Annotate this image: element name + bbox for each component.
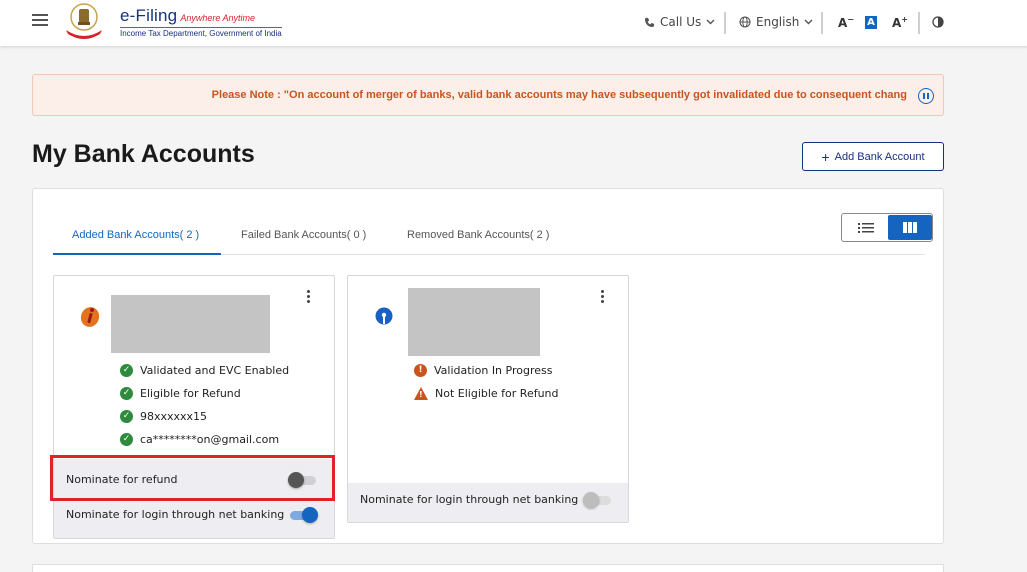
header-divider (821, 12, 823, 34)
sbi-bank-logo (375, 307, 393, 325)
font-increase-button[interactable]: A+ (892, 15, 908, 30)
status-item: ! Not Eligible for Refund (414, 387, 559, 400)
header-divider (918, 12, 920, 34)
masked-account-details (111, 295, 270, 353)
call-us-label: Call Us (660, 15, 702, 29)
grid-view-button[interactable] (888, 215, 932, 240)
font-decrease-button[interactable]: A− (838, 15, 854, 30)
status-text: Validated and EVC Enabled (140, 364, 290, 377)
more-options-icon[interactable] (596, 290, 608, 306)
globe-icon (739, 16, 751, 28)
check-icon: ✓ (120, 387, 133, 400)
add-bank-account-label: Add Bank Account (834, 150, 925, 163)
add-bank-account-button[interactable]: + Add Bank Account (802, 142, 944, 171)
status-item: ✓ ca********on@gmail.com (120, 433, 279, 446)
menu-icon[interactable] (32, 14, 48, 28)
notice-banner: Please Note : "On account of merger of b… (32, 74, 944, 116)
nominate-login-toggle[interactable] (288, 507, 318, 523)
tab-failed-accounts[interactable]: Failed Bank Accounts( 0 ) (241, 229, 366, 241)
brand-block[interactable]: e-Filing Anywhere Anytime Income Tax Depa… (120, 6, 282, 38)
font-normal-button[interactable]: A (865, 16, 877, 29)
plus-icon: + (821, 148, 830, 165)
phone-icon (644, 17, 655, 27)
status-text: Not Eligible for Refund (435, 387, 559, 400)
status-item: ✓ 98xxxxxx15 (120, 410, 207, 423)
font-normal-label: A (867, 17, 875, 28)
tab-added-accounts[interactable]: Added Bank Accounts( 2 ) (72, 229, 199, 241)
view-toggle (841, 213, 933, 242)
brand-tagline: Anywhere Anytime (180, 13, 256, 23)
secondary-panel (32, 564, 944, 572)
more-options-icon[interactable] (302, 290, 314, 306)
font-increase-label: A (892, 16, 902, 30)
status-item: ✓ Eligible for Refund (120, 387, 241, 400)
icici-bank-logo (80, 307, 100, 327)
check-icon: ✓ (120, 410, 133, 423)
status-item: ! Validation In Progress (414, 364, 552, 377)
header-divider (724, 12, 726, 34)
language-dropdown[interactable]: English (739, 15, 813, 29)
status-text: 98xxxxxx15 (140, 410, 208, 423)
nominate-login-label: Nominate for login through net banking (360, 493, 579, 506)
active-tab-indicator (53, 253, 221, 255)
nominate-login-label: Nominate for login through net banking (66, 508, 285, 521)
warning-icon: ! (414, 387, 428, 400)
call-us-dropdown[interactable]: Call Us (644, 15, 715, 29)
grid-icon (903, 222, 917, 233)
brand-subtitle: Income Tax Department, Government of Ind… (120, 27, 282, 38)
list-view-button[interactable] (843, 215, 888, 240)
bank-account-card: ! Validation In Progress ! Not Eligible fo… (347, 275, 629, 523)
list-icon (858, 223, 874, 233)
error-icon: ! (414, 364, 427, 377)
status-text: Validation In Progress (434, 364, 553, 377)
highlight-box (50, 455, 335, 501)
chevron-down-icon (804, 19, 813, 25)
check-icon: ✓ (120, 364, 133, 377)
notice-text: Please Note : "On account of merger of b… (211, 89, 907, 101)
status-item: ✓ Validated and EVC Enabled (120, 364, 289, 377)
brand-title: e-Filing (120, 6, 178, 25)
status-text: Eligible for Refund (140, 387, 241, 400)
masked-account-details (408, 288, 540, 356)
pause-icon[interactable] (918, 88, 934, 104)
nominate-login-toggle[interactable] (583, 492, 613, 508)
tab-removed-accounts[interactable]: Removed Bank Accounts( 2 ) (407, 229, 549, 241)
emblem-logo (66, 3, 102, 39)
status-text: ca********on@gmail.com (140, 433, 280, 446)
contrast-icon[interactable] (932, 16, 944, 28)
top-header: e-Filing Anywhere Anytime Income Tax Depa… (0, 0, 1027, 46)
language-label: English (756, 15, 800, 29)
check-icon: ✓ (120, 433, 133, 446)
font-decrease-label: A (838, 16, 848, 30)
chevron-down-icon (706, 19, 715, 25)
page-title: My Bank Accounts (32, 140, 255, 168)
